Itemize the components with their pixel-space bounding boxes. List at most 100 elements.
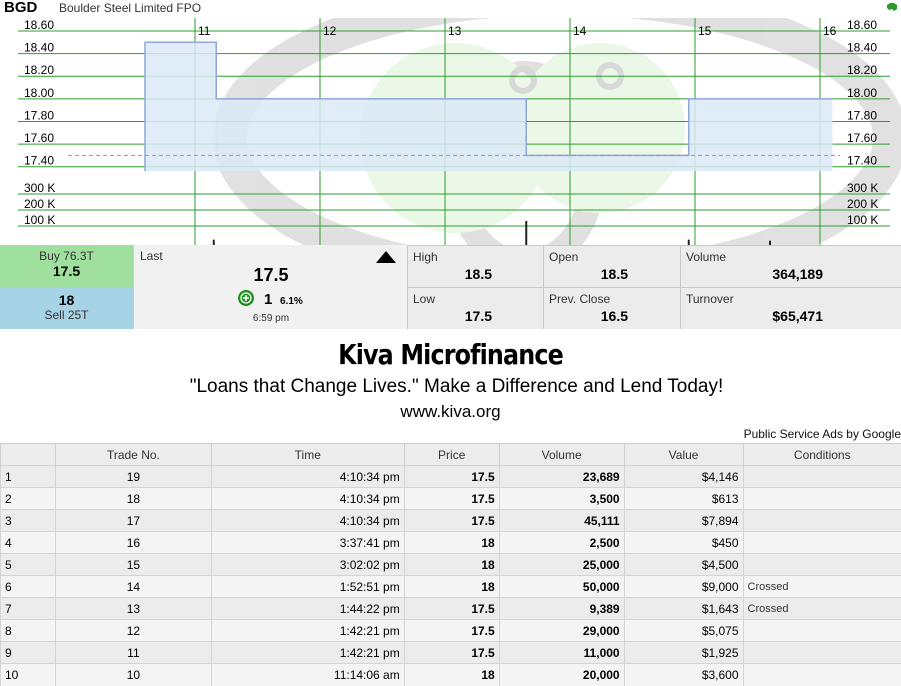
value-cell: $1,643 — [623, 597, 744, 620]
conditions-cell — [742, 531, 901, 554]
high-cell: High 18.5 — [407, 245, 544, 287]
conditions-cell — [742, 619, 901, 642]
open-cell: Open 18.5 — [543, 245, 680, 287]
price-cell: 18 — [403, 553, 500, 576]
conditions-cell — [742, 663, 901, 686]
volume-cell: 3,500 — [498, 487, 625, 510]
sell-value: 18 — [58, 292, 75, 308]
time-cell: 11:14:06 am — [210, 663, 405, 686]
ad-title-link[interactable]: Kiva Microfinance — [68, 338, 834, 371]
trade-no-cell: 15 — [54, 553, 212, 576]
col-trade-no-header[interactable]: Trade No. — [54, 443, 212, 466]
row-index: 8 — [0, 619, 56, 642]
col-conditions-header[interactable]: Conditions — [742, 443, 901, 466]
table-row: 5 15 3:02:02 pm 18 25,000 $4,500 — [0, 553, 901, 576]
value-cell: $450 — [623, 531, 744, 554]
row-index: 3 — [0, 509, 56, 532]
price-cell: 17.5 — [403, 487, 500, 510]
turnover-value: $65,471 — [772, 308, 823, 324]
price-tick-label-left: 17.80 — [24, 108, 54, 122]
turnover-label: Turnover — [686, 292, 734, 306]
volume-cell: 29,000 — [498, 619, 625, 642]
change-value: 1 — [264, 291, 273, 308]
price-tick-label-right: 18.20 — [847, 63, 877, 77]
col-value-header[interactable]: Value — [623, 443, 744, 466]
price-chart: 11 12 13 14 15 16 18.60 18.60 18.40 18.40 18.20 18.… — [18, 18, 901, 245]
col-time-header[interactable]: Time — [210, 443, 405, 466]
row-index: 9 — [0, 641, 56, 664]
time-cell: 1:52:51 pm — [210, 575, 405, 598]
conditions-cell: Crossed — [742, 597, 901, 620]
row-index: 4 — [0, 531, 56, 554]
low-label: Low — [413, 292, 436, 306]
col-volume-header[interactable]: Volume — [498, 443, 625, 466]
ad-url-link[interactable]: www.kiva.org — [0, 402, 901, 422]
turnover-cell: Turnover $65,471 — [680, 287, 901, 329]
value-cell: $1,925 — [623, 641, 744, 664]
triangle-up-icon — [376, 251, 396, 263]
volume-cell: 2,500 — [498, 531, 625, 554]
conditions-cell — [742, 641, 901, 664]
prev-close-value: 16.5 — [600, 308, 628, 324]
volume-cell: 11,000 — [498, 641, 625, 664]
volume-bar — [525, 221, 528, 245]
volume-tick-label-right: 100 K — [847, 213, 878, 227]
x-tick-label: 11 — [198, 24, 211, 38]
volume-cell: 25,000 — [498, 553, 625, 576]
row-index: 5 — [0, 553, 56, 576]
trade-no-cell: 12 — [54, 619, 212, 642]
price-area — [145, 42, 217, 172]
table-header-row: Trade No. Time Price Volume Value Condit… — [0, 443, 901, 466]
col-index-header — [0, 443, 56, 466]
price-cell: 17.5 — [403, 465, 500, 488]
table-row: 10 10 11:14:06 am 18 20,000 $3,600 — [0, 663, 901, 686]
trade-no-cell: 10 — [54, 663, 212, 686]
conditions-cell — [742, 487, 901, 510]
time-cell: 1:44:22 pm — [210, 597, 405, 620]
value-cell: $613 — [623, 487, 744, 510]
row-index: 7 — [0, 597, 56, 620]
price-cell: 17.5 — [403, 597, 500, 620]
table-row: 2 18 4:10:34 pm 17.5 3,500 $613 — [0, 487, 901, 510]
value-cell: $4,146 — [623, 465, 744, 488]
stock-code: BGD — [4, 0, 38, 16]
row-index: 2 — [0, 487, 56, 510]
value-cell: $4,500 — [623, 553, 744, 576]
volume-cell: 20,000 — [498, 663, 625, 686]
price-tick-label-right: 18.00 — [847, 86, 877, 100]
price-area — [216, 98, 527, 172]
ad-subtitle[interactable]: "Loans that Change Lives." Make a Differ… — [0, 376, 901, 398]
price-cell: 18 — [403, 531, 500, 554]
time-cell: 4:10:34 pm — [210, 509, 405, 532]
sell-box[interactable]: 18 Sell 25T — [0, 288, 133, 329]
plus-circle-icon — [238, 290, 254, 306]
price-tick-label-left: 18.20 — [24, 63, 54, 77]
volume-tick-label-left: 100 K — [24, 213, 55, 227]
last-price-box: Last 17.5 1 6.1% 6:59 pm — [133, 245, 407, 329]
x-tick-label: 13 — [448, 24, 462, 38]
last-time: 6:59 pm — [252, 313, 290, 324]
ads-attribution-link[interactable]: Public Service Ads by Google — [744, 427, 901, 441]
table-row: 3 17 4:10:34 pm 17.5 45,111 $7,894 — [0, 509, 901, 532]
trade-no-cell: 13 — [54, 597, 212, 620]
price-tick-label-left: 18.40 — [24, 41, 54, 55]
buy-box[interactable]: Buy 76.3T 17.5 — [0, 245, 133, 288]
col-price-header[interactable]: Price — [403, 443, 500, 466]
volume-cell: 45,111 — [498, 509, 625, 532]
buy-label: Buy 76.3T — [39, 249, 94, 263]
price-cell: 17.5 — [403, 509, 500, 532]
table-row: 6 14 1:52:51 pm 18 50,000 $9,000 Crossed — [0, 575, 901, 598]
row-index: 10 — [0, 663, 56, 686]
volume-label: Volume — [686, 250, 727, 264]
price-cell: 18 — [403, 663, 500, 686]
low-value: 17.5 — [464, 308, 492, 324]
time-cell: 4:10:34 pm — [210, 465, 405, 488]
sell-label: Sell 25T — [44, 308, 89, 322]
value-cell: $9,000 — [623, 575, 744, 598]
table-row: 9 11 1:42:21 pm 17.5 11,000 $1,925 — [0, 641, 901, 664]
stock-header: BGD Boulder Steel Limited FPO — [0, 0, 901, 18]
value-cell: $5,075 — [623, 619, 744, 642]
low-cell: Low 17.5 — [407, 287, 544, 329]
australia-flag-icon — [887, 3, 897, 11]
conditions-cell — [742, 465, 901, 488]
